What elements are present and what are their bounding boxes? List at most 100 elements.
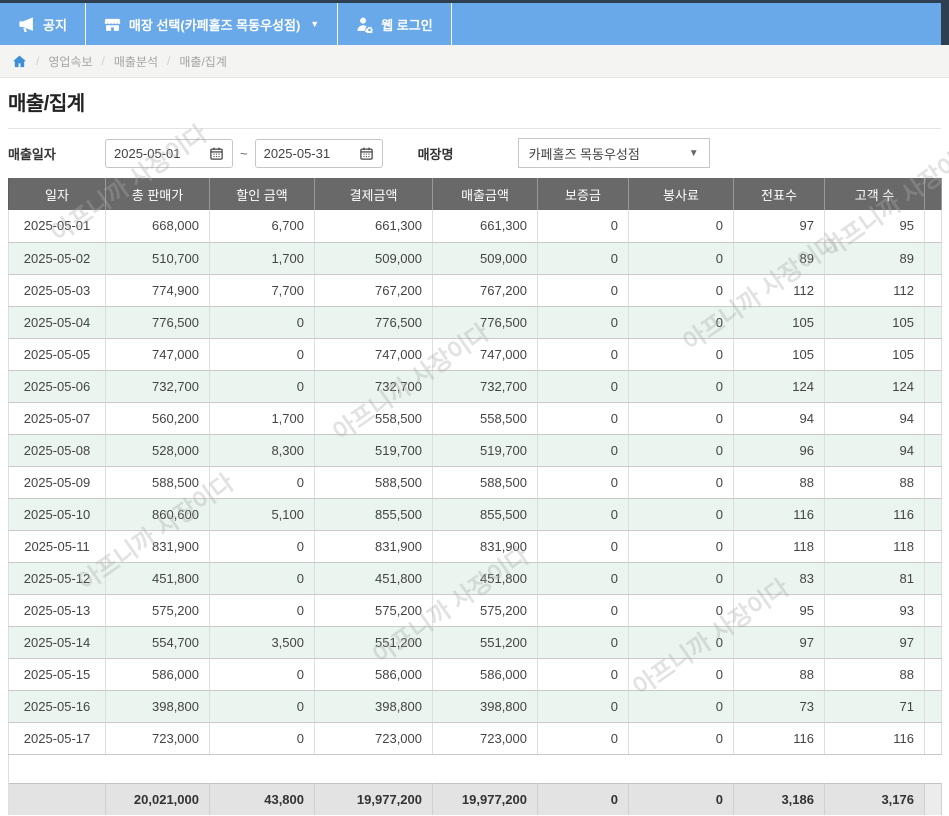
table-row: 2025-05-14 554,700 3,500 551,200 551,200 0 0 97… — [8, 626, 942, 659]
caret-down-icon: ▼ — [310, 19, 320, 29]
value-cell: 575,200 — [314, 594, 433, 627]
table-gap-row — [8, 754, 942, 783]
value-cell: 723,000 — [432, 722, 538, 755]
date-cell: 2025-05-02 — [8, 242, 106, 275]
value-cell: 1,700 — [209, 402, 315, 435]
chevron-down-icon: ▼ — [688, 147, 699, 159]
value-cell: 7,700 — [209, 274, 315, 307]
store-select-button[interactable]: 매장 선택(카페홀즈 목동우성점) ▼ — [86, 3, 339, 45]
value-cell: 668,000 — [105, 210, 210, 243]
web-login-button[interactable]: 웹 로그인 — [338, 3, 452, 45]
value-cell: 105 — [824, 306, 925, 339]
store-select-value: 카페홀즈 목동우성점 — [528, 146, 640, 162]
value-cell: 88 — [733, 658, 825, 691]
value-cell: 0 — [628, 242, 734, 275]
date-from-input[interactable]: 2025-05-01 — [105, 138, 233, 168]
value-cell: 0 — [537, 466, 629, 499]
value-cell: 0 — [537, 370, 629, 403]
value-cell: 116 — [733, 722, 825, 755]
value-cell: 71 — [824, 690, 925, 723]
column-header: 봉사료 — [628, 178, 734, 210]
date-cell: 2025-05-15 — [8, 658, 106, 691]
value-cell: 0 — [537, 562, 629, 595]
value-cell: 0 — [628, 562, 734, 595]
value-cell: 94 — [824, 402, 925, 435]
table-row: 2025-05-12 451,800 0 451,800 451,800 0 0 83 81 — [8, 562, 942, 595]
row-spacer-cell — [924, 370, 942, 403]
value-cell: 88 — [733, 466, 825, 499]
table-row: 2025-05-03 774,900 7,700 767,200 767,200 0 0 11… — [8, 274, 942, 307]
value-cell: 0 — [209, 466, 315, 499]
breadcrumb-item-sales-summary[interactable]: 매출/집계 — [179, 53, 227, 70]
value-cell: 0 — [209, 370, 315, 403]
value-cell: 88 — [824, 466, 925, 499]
row-spacer-cell — [924, 466, 942, 499]
breadcrumb-item-sales-news[interactable]: 영업속보 — [48, 53, 92, 70]
breadcrumb-item-sales-analysis[interactable]: 매출분석 — [114, 53, 158, 70]
sales-date-label: 매출일자 — [8, 146, 56, 162]
value-cell: 723,000 — [105, 722, 210, 755]
value-cell: 509,000 — [432, 242, 538, 275]
filter-bar: 매출일자 2025-05-01 ~ 2025-05-31 매장명 카페홀즈 목동… — [8, 138, 941, 168]
date-to-value: 2025-05-31 — [263, 145, 331, 161]
value-cell: 6,700 — [209, 210, 315, 243]
store-name-label: 매장명 — [417, 146, 454, 162]
value-cell: 43,800 — [209, 782, 315, 815]
range-separator: ~ — [240, 145, 248, 161]
value-cell: 93 — [824, 594, 925, 627]
value-cell: 767,200 — [314, 274, 433, 307]
value-cell: 81 — [824, 562, 925, 595]
date-cell: 2025-05-14 — [8, 626, 106, 659]
value-cell: 519,700 — [432, 434, 538, 467]
row-spacer-cell — [924, 782, 942, 815]
value-cell: 0 — [628, 722, 734, 755]
store-select-dropdown[interactable]: 카페홀즈 목동우성점 ▼ — [517, 138, 710, 168]
calendar-icon[interactable] — [209, 146, 224, 161]
breadcrumb-separator: / — [36, 54, 40, 68]
value-cell: 0 — [628, 658, 734, 691]
value-cell: 0 — [628, 466, 734, 499]
date-from-value: 2025-05-01 — [114, 145, 181, 161]
value-cell: 19,977,200 — [314, 782, 433, 815]
value-cell: 0 — [209, 306, 315, 339]
table-row: 2025-05-10 860,600 5,100 855,500 855,500 0 0 11… — [8, 498, 942, 531]
value-cell: 0 — [209, 594, 315, 627]
value-cell: 95 — [733, 594, 825, 627]
value-cell: 558,500 — [432, 402, 538, 435]
table-row: 2025-05-13 575,200 0 575,200 575,200 0 0 95 93 — [8, 594, 942, 627]
value-cell: 116 — [824, 498, 925, 531]
value-cell: 0 — [628, 210, 734, 243]
date-cell: 2025-05-12 — [8, 562, 106, 595]
row-spacer-cell — [924, 658, 942, 691]
table-row: 2025-05-05 747,000 0 747,000 747,000 0 0 105 105 — [8, 338, 942, 371]
topbar: 공지 매장 선택(카페홀즈 목동우성점) ▼ 웹 로그인 — [0, 0, 949, 45]
value-cell: 0 — [209, 562, 315, 595]
value-cell: 0 — [628, 306, 734, 339]
calendar-icon[interactable] — [359, 146, 374, 161]
value-cell: 112 — [733, 274, 825, 307]
value-cell: 0 — [628, 434, 734, 467]
row-spacer-cell — [924, 722, 942, 755]
value-cell: 0 — [209, 722, 315, 755]
value-cell: 510,700 — [105, 242, 210, 275]
notice-button[interactable]: 공지 — [0, 3, 86, 45]
store-icon — [104, 16, 121, 33]
table-row: 2025-05-16 398,800 0 398,800 398,800 0 0 73 71 — [8, 690, 942, 723]
row-spacer-cell — [924, 210, 942, 243]
date-cell: 2025-05-17 — [8, 722, 106, 755]
value-cell: 118 — [733, 530, 825, 563]
table-row: 2025-05-15 586,000 0 586,000 586,000 0 0 88 88 — [8, 658, 942, 691]
value-cell: 20,021,000 — [105, 782, 210, 815]
home-icon[interactable] — [12, 54, 27, 69]
table-row: 2025-05-07 560,200 1,700 558,500 558,500 0 0 94… — [8, 402, 942, 435]
date-to-input[interactable]: 2025-05-31 — [254, 138, 383, 168]
value-cell: 588,500 — [105, 466, 210, 499]
value-cell: 94 — [824, 434, 925, 467]
value-cell: 398,800 — [314, 690, 433, 723]
store-select-label: 매장 선택(카페홀즈 목동우성점) — [128, 17, 301, 33]
row-spacer-cell — [924, 530, 942, 563]
value-cell: 588,500 — [314, 466, 433, 499]
column-header: 할인 금액 — [209, 178, 315, 210]
value-cell: 97 — [824, 626, 925, 659]
value-cell: 112 — [824, 274, 925, 307]
